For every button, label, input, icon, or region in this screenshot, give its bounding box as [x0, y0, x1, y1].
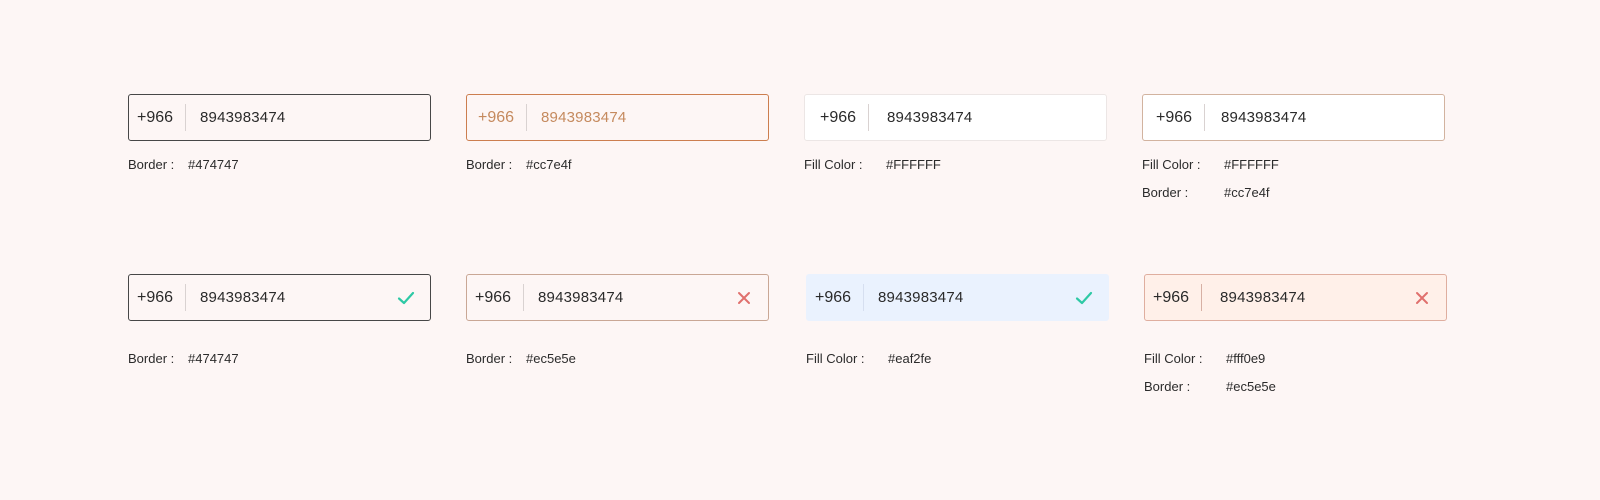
spec-row: Border : #cc7e4f: [1142, 183, 1445, 211]
close-icon[interactable]: [734, 288, 754, 308]
spec-key: Fill Color :: [806, 351, 865, 366]
spec-key: Border :: [128, 157, 175, 172]
spec-value: #cc7e4f: [526, 157, 572, 172]
spec-key: Border :: [466, 157, 513, 172]
spec-labels: Border : #474747: [128, 349, 431, 377]
phone-input-field[interactable]: +966 8943983474: [128, 274, 431, 321]
phone-input-field[interactable]: +966 8943983474: [1142, 94, 1445, 141]
phone-number-value[interactable]: 8943983474: [864, 289, 1108, 306]
spec-value: #cc7e4f: [1224, 185, 1270, 200]
close-icon[interactable]: [1412, 288, 1432, 308]
spec-value: #474747: [188, 351, 239, 366]
phone-input-field[interactable]: +966 8943983474: [806, 274, 1109, 321]
country-code[interactable]: +966: [1143, 109, 1204, 127]
spec-labels: Border : #474747: [128, 155, 431, 183]
spec-row: Border : #cc7e4f: [466, 155, 769, 183]
variant-card-white-fill: +966 8943983474 Fill Color : #FFFFFF: [804, 94, 1107, 183]
spec-key: Fill Color :: [1144, 351, 1203, 366]
phone-number-value[interactable]: 8943983474: [1202, 289, 1446, 306]
spec-labels: Fill Color : #FFFFFF Border : #cc7e4f: [1142, 155, 1445, 211]
variant-card-default-border: +966 8943983474 Border : #474747: [128, 94, 431, 183]
country-code[interactable]: +966: [467, 289, 523, 307]
variant-card-error-fill: +966 8943983474 Fill Color : #fff0e9 Bor…: [1144, 274, 1447, 405]
phone-number-value[interactable]: 8943983474: [527, 109, 768, 126]
spec-row: Fill Color : #FFFFFF: [804, 155, 1107, 183]
phone-number-value[interactable]: 8943983474: [1205, 109, 1444, 126]
phone-input-field[interactable]: +966 8943983474: [1144, 274, 1447, 321]
spec-value: #eaf2fe: [888, 351, 932, 366]
spec-labels: Fill Color : #eaf2fe: [806, 349, 1109, 377]
phone-input-field[interactable]: +966 8943983474: [128, 94, 431, 141]
spec-row: Border : #ec5e5e: [1144, 377, 1447, 405]
spec-row: Fill Color : #fff0e9: [1144, 349, 1447, 377]
phone-input-field[interactable]: +966 8943983474: [466, 94, 769, 141]
spec-labels: Border : #cc7e4f: [466, 155, 769, 183]
variant-card-error-border: +966 8943983474 Border : #ec5e5e: [466, 274, 769, 377]
country-code[interactable]: +966: [467, 109, 526, 127]
spec-value: #FFFFFF: [1224, 157, 1279, 172]
spec-key: Border :: [1144, 379, 1191, 394]
variant-card-accent-border: +966 8943983474 Border : #cc7e4f: [466, 94, 769, 183]
country-code[interactable]: +966: [129, 109, 185, 127]
spec-labels: Fill Color : #FFFFFF: [804, 155, 1107, 183]
variant-card-success-fill: +966 8943983474 Fill Color : #eaf2fe: [806, 274, 1109, 377]
spec-row: Fill Color : #FFFFFF: [1142, 155, 1445, 183]
variant-card-white-fill-accent-border: +966 8943983474 Fill Color : #FFFFFF Bor…: [1142, 94, 1445, 211]
spec-value: #ec5e5e: [526, 351, 576, 366]
spec-row: Border : #474747: [128, 349, 431, 377]
spec-key: Border :: [1142, 185, 1189, 200]
spec-value: #ec5e5e: [1226, 379, 1276, 394]
spec-key: Border :: [128, 351, 175, 366]
check-icon: [1075, 291, 1093, 304]
spec-key: Fill Color :: [1142, 157, 1201, 172]
spec-labels: Border : #ec5e5e: [466, 349, 769, 377]
country-code[interactable]: +966: [807, 289, 863, 307]
phone-number-value[interactable]: 8943983474: [524, 289, 768, 306]
spec-key: Border :: [466, 351, 513, 366]
phone-number-value[interactable]: 8943983474: [869, 109, 1106, 126]
spec-row: Border : #474747: [128, 155, 431, 183]
spec-labels: Fill Color : #fff0e9 Border : #ec5e5e: [1144, 349, 1447, 405]
phone-number-value[interactable]: 8943983474: [186, 289, 430, 306]
phone-number-value[interactable]: 8943983474: [186, 109, 430, 126]
spec-key: Fill Color :: [804, 157, 863, 172]
country-code[interactable]: +966: [1145, 289, 1201, 307]
spec-value: #474747: [188, 157, 239, 172]
phone-input-field[interactable]: +966 8943983474: [466, 274, 769, 321]
country-code[interactable]: +966: [129, 289, 185, 307]
check-icon: [397, 291, 415, 304]
country-code[interactable]: +966: [805, 109, 868, 127]
spec-value: #fff0e9: [1226, 351, 1266, 366]
spec-value: #FFFFFF: [886, 157, 941, 172]
spec-row: Border : #ec5e5e: [466, 349, 769, 377]
phone-input-field[interactable]: +966 8943983474: [804, 94, 1107, 141]
variant-card-success-border: +966 8943983474 Border : #474747: [128, 274, 431, 377]
spec-row: Fill Color : #eaf2fe: [806, 349, 1109, 377]
